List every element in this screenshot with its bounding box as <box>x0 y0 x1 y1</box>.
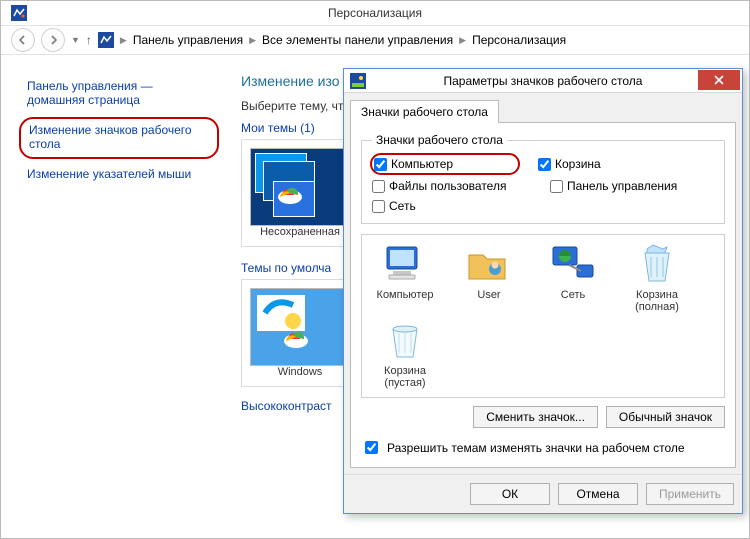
checkbox-label: Панель управления <box>567 179 677 193</box>
icon-label: Корзина (полная) <box>622 289 692 313</box>
checkbox-network[interactable]: Сеть <box>372 199 522 213</box>
checkbox-allow-themes-input[interactable] <box>365 441 378 454</box>
icon-item-user[interactable]: User <box>454 243 524 313</box>
tabstrip: Значки рабочего стола <box>350 99 736 122</box>
tab-desktop-icons[interactable]: Значки рабочего стола <box>350 100 499 123</box>
checkbox-label: Сеть <box>389 199 416 213</box>
breadcrumb: ▶ Панель управления ▶ Все элементы панел… <box>98 32 566 48</box>
icon-label: Сеть <box>538 289 608 301</box>
dialog-icon <box>350 73 366 89</box>
theme-thumbnail <box>250 148 350 226</box>
cancel-button[interactable]: Отмена <box>558 483 638 505</box>
checkbox-computer[interactable]: Компьютер <box>370 153 520 175</box>
dialog-footer: ОК Отмена Применить <box>344 474 742 513</box>
theme-label: Несохраненная <box>250 226 350 238</box>
window-title: Персонализация <box>1 6 749 20</box>
change-icon-button[interactable]: Сменить значок... <box>473 406 598 428</box>
checkbox-label: Компьютер <box>391 157 453 171</box>
user-icon <box>465 243 513 285</box>
checkbox-user-files[interactable]: Файлы пользователя <box>372 179 522 193</box>
dialog-titlebar: Параметры значков рабочего стола <box>344 69 742 93</box>
icon-preview-well[interactable]: Компьютер User Сеть Корзина (полная) <box>361 234 725 398</box>
sidebar-item-desktop-icons[interactable]: Изменение значков рабочего стола <box>29 123 209 151</box>
checkbox-label: Разрешить темам изменять значки на рабоч… <box>387 441 685 455</box>
checkbox-label: Файлы пользователя <box>389 179 506 193</box>
bin-empty-icon <box>381 319 429 361</box>
up-button[interactable]: ↑ <box>86 33 92 47</box>
theme-label: Windows <box>250 366 350 378</box>
checkbox-control-panel[interactable]: Панель управления <box>550 179 700 193</box>
checkbox-label: Корзина <box>555 157 601 171</box>
icon-item-computer[interactable]: Компьютер <box>370 243 440 313</box>
highlight-ring: Изменение значков рабочего стола <box>19 117 219 159</box>
checkbox-recycle-bin[interactable]: Корзина <box>538 155 688 173</box>
icon-item-network[interactable]: Сеть <box>538 243 608 313</box>
tab-panel: Значки рабочего стола Компьютер Корзина … <box>350 122 736 468</box>
breadcrumb-item[interactable]: Все элементы панели управления <box>262 33 453 47</box>
forward-button[interactable] <box>41 28 65 52</box>
desktop-icon-settings-dialog: Параметры значков рабочего стола Значки … <box>343 68 743 514</box>
icon-label: Корзина (пустая) <box>370 365 440 389</box>
breadcrumb-item[interactable]: Панель управления <box>133 33 243 47</box>
icon-label: Компьютер <box>370 289 440 301</box>
checkbox-recycle-bin-input[interactable] <box>538 158 551 171</box>
bin-full-icon <box>633 243 681 285</box>
chevron-down-icon[interactable]: ▼ <box>71 35 80 45</box>
theme-tile-windows[interactable]: Windows <box>250 288 350 378</box>
theme-tile-unsaved[interactable]: Несохраненная <box>250 148 350 238</box>
checkbox-user-files-input[interactable] <box>372 180 385 193</box>
chevron-right-icon: ▶ <box>249 35 256 46</box>
computer-icon <box>381 243 429 285</box>
desktop-icons-group: Значки рабочего стола Компьютер Корзина … <box>361 133 725 224</box>
icon-label: User <box>454 289 524 301</box>
breadcrumb-item[interactable]: Персонализация <box>472 33 566 47</box>
ok-button[interactable]: ОК <box>470 483 550 505</box>
apply-button[interactable]: Применить <box>646 483 734 505</box>
group-legend: Значки рабочего стола <box>372 133 507 147</box>
network-icon <box>549 243 597 285</box>
checkbox-allow-themes[interactable]: Разрешить темам изменять значки на рабоч… <box>361 438 725 457</box>
sidebar: Панель управления — домашняя страница Из… <box>1 57 231 538</box>
back-button[interactable] <box>11 28 35 52</box>
checkbox-computer-input[interactable] <box>374 158 387 171</box>
sidebar-item-home[interactable]: Панель управления — домашняя страница <box>27 79 211 107</box>
sidebar-item-mouse-pointers[interactable]: Изменение указателей мыши <box>27 167 211 181</box>
checkbox-control-panel-input[interactable] <box>550 180 563 193</box>
dialog-title: Параметры значков рабочего стола <box>344 74 742 88</box>
icon-item-bin-empty[interactable]: Корзина (пустая) <box>370 319 440 389</box>
close-button[interactable] <box>698 70 740 90</box>
window-titlebar: Персонализация <box>1 1 749 25</box>
breadcrumb-icon <box>98 32 114 48</box>
toolbar: ▼ ↑ ▶ Панель управления ▶ Все элементы п… <box>1 25 749 55</box>
app-icon <box>11 5 27 21</box>
theme-thumbnail <box>250 288 350 366</box>
chevron-right-icon: ▶ <box>120 35 127 46</box>
icon-item-bin-full[interactable]: Корзина (полная) <box>622 243 692 313</box>
checkbox-network-input[interactable] <box>372 200 385 213</box>
chevron-right-icon: ▶ <box>459 35 466 46</box>
default-icon-button[interactable]: Обычный значок <box>606 406 725 428</box>
